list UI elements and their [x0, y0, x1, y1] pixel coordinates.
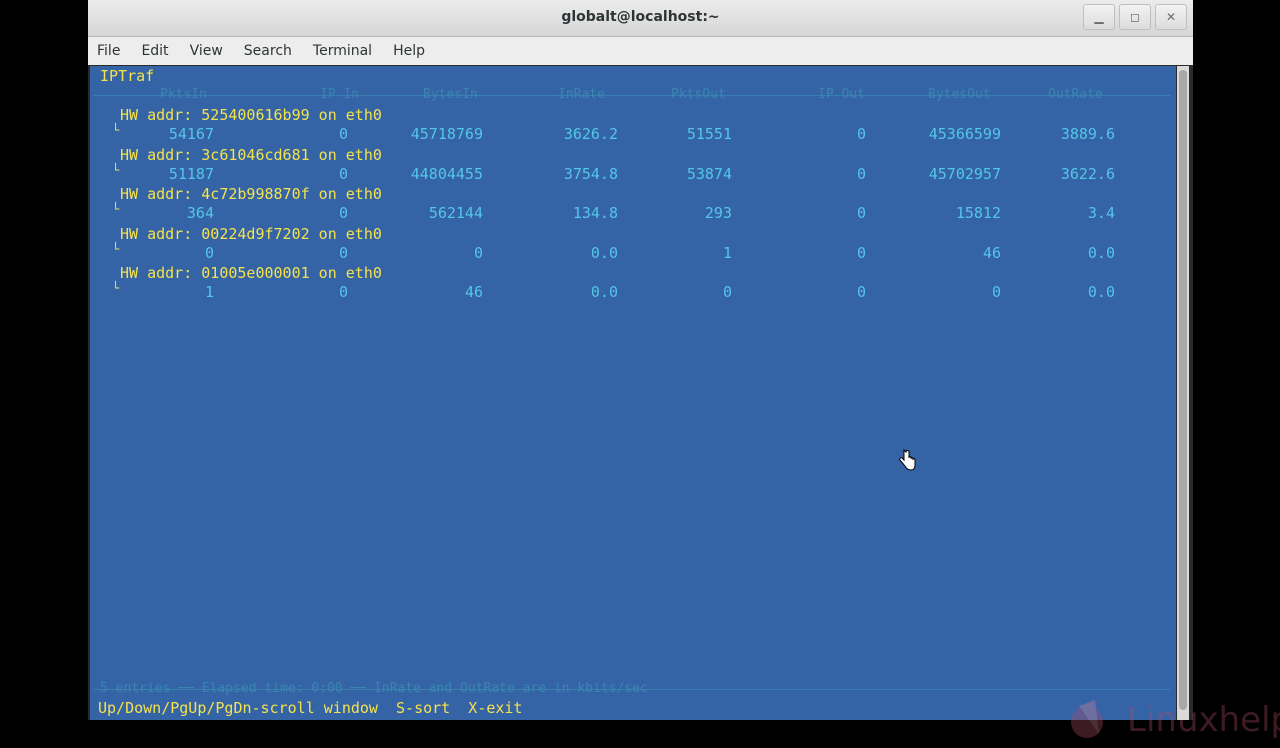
app-title: IPTraf — [100, 67, 155, 85]
entry-value: 0 — [856, 283, 866, 301]
entry-label: HW addr: 3c61046cd681 on eth0 — [120, 145, 382, 164]
entry-value: 45366599 — [928, 125, 1001, 143]
entry-value: 45702957 — [928, 164, 1001, 183]
scrollbar-thumb[interactable] — [1179, 70, 1187, 710]
entry-value: 0.0 — [590, 243, 618, 262]
header-border — [94, 95, 1170, 96]
entry-value: 1 — [204, 283, 214, 301]
entry-value: 0 — [722, 283, 732, 301]
col-pkts-in: PktsIn — [160, 87, 207, 102]
col-bytes-out: BytesOut — [928, 87, 991, 102]
terminal-window: globalt@localhost:~ ▁ ◻ ✕ File Edit View… — [88, 0, 1280, 740]
entry-value: 1 — [722, 243, 732, 262]
entry-value: 0 — [338, 204, 348, 222]
col-ip-out: IP Out — [818, 87, 865, 102]
entry-value: 0 — [204, 243, 214, 262]
watermark-text: Linuxhelp — [1127, 700, 1280, 740]
entry-value: 15812 — [955, 204, 1001, 222]
minimize-icon[interactable]: ▁ — [1083, 4, 1115, 30]
entry-value: 0 — [473, 243, 483, 262]
entry-value: 562144 — [428, 204, 483, 222]
entry-value: 53874 — [686, 164, 732, 183]
scrollbar[interactable] — [1177, 66, 1189, 720]
menu-file[interactable]: File — [97, 43, 120, 59]
entry-label: HW addr: 01005e000001 on eth0 — [120, 264, 382, 282]
entry-value: 54167 — [168, 125, 214, 143]
close-icon[interactable]: ✕ — [1155, 4, 1187, 30]
window-title: globalt@localhost:~ — [561, 9, 720, 25]
menu-help[interactable]: Help — [393, 43, 425, 59]
entry-value: 0 — [338, 243, 348, 262]
entry-value: 46 — [982, 243, 1001, 262]
entry-label: HW addr: 00224d9f7202 on eth0 — [120, 224, 382, 243]
entry-value: 44804455 — [410, 164, 483, 183]
entry-value: 51187 — [168, 164, 214, 183]
entry-value: 0 — [856, 204, 866, 222]
linuxhelp-logo-icon — [1071, 700, 1103, 738]
entry-label: HW addr: 525400616b99 on eth0 — [120, 106, 382, 124]
entry-value: 3626.2 — [563, 125, 618, 143]
menu-view[interactable]: View — [190, 43, 223, 59]
hand-cursor-icon — [899, 448, 916, 471]
entry-value: 3754.8 — [563, 164, 618, 183]
terminal-screen[interactable]: IPTraf PktsIn IP In BytesIn InRate PktsO… — [90, 66, 1280, 740]
entry-value: 0 — [991, 283, 1001, 301]
entry-label: HW addr: 4c72b998870f on eth0 — [120, 185, 382, 203]
entry-value: 364 — [186, 204, 214, 222]
entry-value: 0.0 — [590, 283, 618, 301]
entry-value: 0 — [856, 243, 866, 262]
entry-value: 3.4 — [1087, 204, 1115, 222]
entry-value: 0 — [856, 164, 866, 183]
menu-edit[interactable]: Edit — [141, 43, 168, 59]
menu-search[interactable]: Search — [244, 43, 292, 59]
entry-value: 3889.6 — [1060, 125, 1115, 143]
entry-value: 46 — [464, 283, 483, 301]
entry-value: 293 — [704, 204, 732, 222]
entry-value: 0.0 — [1087, 283, 1115, 301]
maximize-icon[interactable]: ◻ — [1119, 4, 1151, 30]
menu-terminal[interactable]: Terminal — [313, 43, 372, 59]
entry-value: 45718769 — [410, 125, 483, 143]
entry-value: 0.0 — [1087, 243, 1115, 262]
watermark: Linuxhelp — [1065, 694, 1280, 744]
entry-value: 0 — [856, 125, 866, 143]
entry-value: 134.8 — [572, 204, 618, 222]
footer-info: 5 entries ── Elapsed time: 0:00 ── InRat… — [100, 681, 648, 696]
col-out-rate: OutRate — [1048, 87, 1103, 102]
entry-value: 0 — [338, 164, 348, 183]
entry-value: 0 — [338, 283, 348, 301]
entry-value: 0 — [338, 125, 348, 143]
col-pkts-out: PktsOut — [671, 87, 726, 102]
entry-value: 51551 — [686, 125, 732, 143]
col-ip-in: IP In — [320, 87, 360, 102]
menu-bar: File Edit View Search Terminal Help — [88, 37, 1193, 65]
col-bytes-in: BytesIn — [423, 87, 478, 102]
title-bar[interactable]: globalt@localhost:~ ▁ ◻ ✕ — [88, 0, 1193, 37]
entry-value: 3622.6 — [1060, 164, 1115, 183]
status-bar: Up/Down/PgUp/PgDn-scroll window S-sort X… — [98, 699, 523, 717]
col-in-rate: InRate — [558, 87, 605, 102]
